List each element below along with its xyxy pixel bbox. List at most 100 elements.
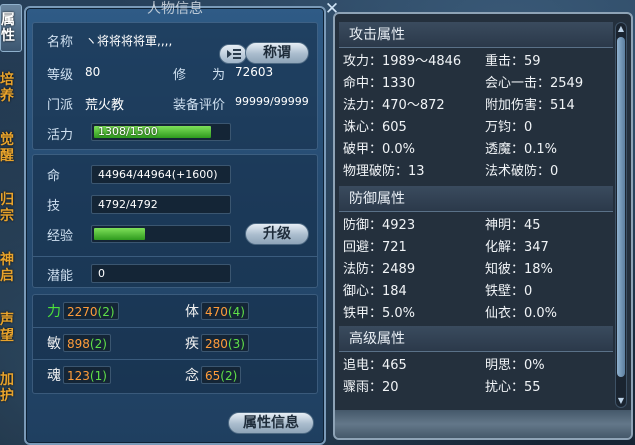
stat-strength-bonus: (2) — [97, 305, 115, 319]
attack-stat: 法力：470～872 — [343, 98, 445, 113]
scrollbar-thumb[interactable] — [617, 37, 625, 377]
exp-fill — [94, 228, 145, 240]
stat-soul-key: 魂 — [47, 368, 61, 384]
attack-stat: 攻力：1989～4846 — [343, 54, 462, 69]
defense-stat: 铁甲：5.0% — [343, 306, 416, 321]
defense-stat: 铁壁：0 — [485, 284, 533, 299]
attack-stat: 透魔：0.1% — [485, 142, 558, 157]
attribute-detail-panel: 攻击属性 攻力：1989～4846 重击：59 命中：1330 会心一击：2549 法力… — [333, 12, 633, 440]
scroll-down-icon[interactable]: ▼ — [616, 395, 626, 407]
defense-stat: 神明：45 — [485, 218, 541, 233]
tab-cultivate[interactable]: 培养 — [0, 66, 22, 110]
gear-score-value: 99999/99999 — [235, 95, 309, 108]
side-tab-bar: 属性 培养 觉醒 归宗 神启 声望 加护 — [0, 0, 22, 445]
attack-stat: 万钧：0 — [485, 120, 533, 135]
tab-return-sect[interactable]: 归宗 — [0, 186, 22, 230]
panel-footer-decoration — [335, 410, 631, 438]
base-stats-group: 力 2270(2) 体 470(4) 敏 898(2) 疾 280(3) 魂 123(1)… — [32, 294, 318, 394]
stat-speed-base: 280 — [205, 337, 228, 351]
attack-section-header: 攻击属性 — [339, 22, 613, 48]
stat-soul-bonus: (1) — [89, 369, 107, 383]
attack-stat: 诛心：605 — [343, 120, 407, 135]
scroll-up-icon[interactable]: ▲ — [616, 23, 626, 35]
faction-value: 荒火教 — [85, 98, 125, 113]
attack-stat: 重击：59 — [485, 54, 541, 69]
divider — [33, 256, 317, 257]
resources-group: 命 44964/44964(+1600) 技 4792/4792 经验 升级 潜… — [32, 154, 318, 288]
advanced-stat: 骤雨：20 — [343, 380, 399, 395]
advanced-section-header: 高级属性 — [339, 326, 613, 352]
level-label: 等级 — [47, 68, 74, 83]
tab-cultivate-label: 培养 — [0, 72, 14, 104]
stat-agility-key: 敏 — [47, 336, 61, 352]
level-value: 80 — [85, 65, 101, 79]
stat-soul[interactable]: 魂 123(1) — [47, 365, 111, 385]
vitality-value: 1308/1500 — [98, 125, 158, 138]
attack-stat: 法术破防：0 — [485, 164, 559, 179]
gear-score-label: 装备评价 — [173, 98, 226, 113]
stat-speed-bonus: (3) — [227, 337, 245, 351]
tab-reputation[interactable]: 声望 — [0, 306, 22, 350]
hp-value: 44964/44964(+1600) — [91, 165, 231, 184]
stat-constitution-bonus: (4) — [227, 305, 245, 319]
stat-soul-base: 123 — [67, 369, 90, 383]
defense-stat: 化解：347 — [485, 240, 549, 255]
scrollbar[interactable]: ▲ ▼ — [615, 22, 627, 408]
attribute-info-button[interactable]: 属性信息 — [228, 412, 314, 434]
title-list-toggle[interactable] — [219, 44, 247, 64]
attribute-detail-list: 攻击属性 攻力：1989～4846 重击：59 命中：1330 会心一击：2549 法力… — [339, 18, 613, 408]
skill-label: 技 — [47, 199, 61, 214]
defense-stat: 仙衣：0.0% — [485, 306, 558, 321]
stat-mind-bonus: (2) — [220, 369, 238, 383]
potential-label: 潜能 — [47, 269, 74, 284]
tab-return-sect-label: 归宗 — [0, 192, 14, 224]
stat-speed[interactable]: 疾 280(3) — [185, 333, 249, 353]
stat-speed-key: 疾 — [185, 336, 199, 352]
divider — [33, 359, 317, 360]
vitality-bar: 1308/1500 — [91, 123, 231, 141]
advanced-stat: 追电：465 — [343, 358, 407, 373]
tab-awaken-label: 觉醒 — [0, 132, 14, 164]
exp-label: 经验 — [47, 229, 74, 244]
defense-stat: 知彼：18% — [485, 262, 553, 277]
stat-agility-base: 898 — [67, 337, 90, 351]
attack-stat: 附加伤害：514 — [485, 98, 575, 113]
stat-agility[interactable]: 敏 898(2) — [47, 333, 111, 353]
stat-strength-base: 2270 — [67, 305, 98, 319]
title-button[interactable]: 称谓 — [245, 42, 309, 64]
attack-stat: 命中：1330 — [343, 76, 416, 91]
stat-mind-base: 65 — [205, 369, 221, 383]
stat-constitution[interactable]: 体 470(4) — [185, 301, 249, 321]
tab-divine[interactable]: 神启 — [0, 246, 22, 290]
advanced-stat: 明思：0% — [485, 358, 545, 373]
tab-attributes[interactable]: 属性 — [0, 4, 22, 52]
stat-mind[interactable]: 念 65(2) — [185, 365, 242, 385]
panel-title: 人物信息 — [147, 1, 203, 17]
tab-reputation-label: 声望 — [0, 312, 14, 344]
cultivation-label: 修 为 — [173, 68, 226, 83]
stat-agility-bonus: (2) — [89, 337, 107, 351]
defense-stat: 回避：721 — [343, 240, 407, 255]
stat-strength-key: 力 — [47, 304, 61, 320]
attack-stat: 物理破防：13 — [343, 164, 425, 179]
divider — [33, 327, 317, 328]
stat-strength[interactable]: 力 2270(2) — [47, 301, 119, 321]
hp-label: 命 — [47, 169, 61, 184]
defense-stat: 法防：2489 — [343, 262, 416, 277]
tab-awaken[interactable]: 觉醒 — [0, 126, 22, 170]
stat-mind-key: 念 — [185, 368, 199, 384]
name-value: ヽ将将将将軍,,,, — [85, 34, 173, 48]
attack-stat: 会心一击：2549 — [485, 76, 584, 91]
upgrade-button[interactable]: 升级 — [245, 223, 309, 245]
defense-stat: 防御：4923 — [343, 218, 416, 233]
stat-constitution-key: 体 — [185, 304, 199, 320]
attack-stat: 破甲：0.0% — [343, 142, 416, 157]
stat-constitution-base: 470 — [205, 305, 228, 319]
name-label: 名称 — [47, 35, 74, 50]
defense-stat: 御心：184 — [343, 284, 407, 299]
faction-label: 门派 — [47, 98, 74, 113]
tab-attributes-label: 属性 — [1, 12, 15, 44]
list-icon — [227, 49, 241, 59]
character-info-panel: 人物信息 ✕ 名称 ヽ将将将将軍,,,, 称谓 等级 80 修 为 72603 … — [24, 0, 339, 445]
tab-blessing[interactable]: 加护 — [0, 366, 22, 410]
